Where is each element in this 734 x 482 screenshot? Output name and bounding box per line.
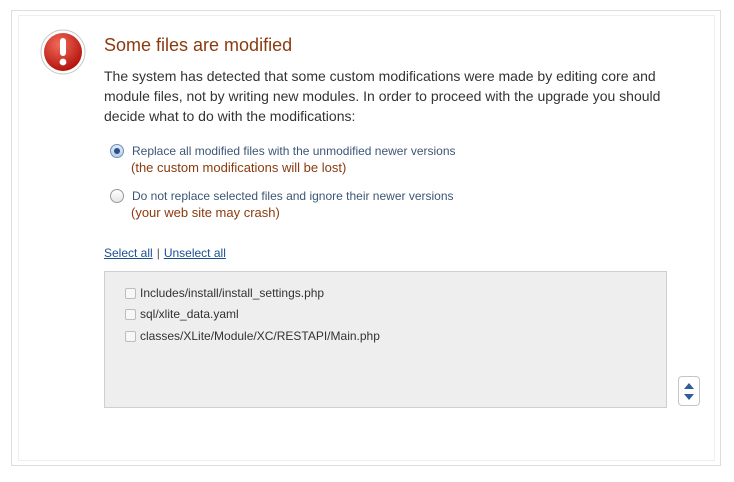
select-all-link[interactable]: Select all: [104, 246, 153, 260]
selection-links: Select all | Unselect all: [104, 246, 226, 260]
unselect-all-link[interactable]: Unselect all: [164, 246, 226, 260]
option-warning: (the custom modifications will be lost): [131, 160, 347, 175]
file-checkbox[interactable]: [125, 288, 136, 299]
file-item[interactable]: classes/XLite/Module/XC/RESTAPI/Main.php: [125, 329, 380, 343]
option-label[interactable]: Replace all modified files with the unmo…: [132, 144, 456, 158]
file-item[interactable]: sql/xlite_data.yaml: [125, 307, 239, 321]
scroll-stepper[interactable]: [678, 376, 700, 406]
file-path: Includes/install/install_settings.php: [140, 286, 325, 300]
file-checkbox[interactable]: [125, 331, 136, 342]
file-checkbox[interactable]: [125, 309, 136, 320]
file-path: sql/xlite_data.yaml: [140, 307, 239, 321]
chevron-down-icon[interactable]: [684, 394, 694, 400]
dialog-title: Some files are modified: [104, 35, 293, 55]
file-path: classes/XLite/Module/XC/RESTAPI/Main.php: [140, 329, 380, 343]
keep-radio[interactable]: [110, 189, 124, 203]
option-label[interactable]: Do not replace selected files and ignore…: [132, 189, 454, 203]
replace-radio[interactable]: [110, 144, 124, 158]
file-item[interactable]: Includes/install/install_settings.php: [125, 286, 324, 300]
option-warning: (your web site may crash): [131, 205, 280, 220]
link-separator: |: [156, 246, 160, 260]
chevron-up-icon[interactable]: [684, 383, 694, 389]
modified-files-list: Includes/install/install_settings.php sq…: [104, 271, 667, 408]
warning-exclamation-icon: [40, 29, 86, 75]
dialog-description: The system has detected that some custom…: [104, 68, 661, 124]
